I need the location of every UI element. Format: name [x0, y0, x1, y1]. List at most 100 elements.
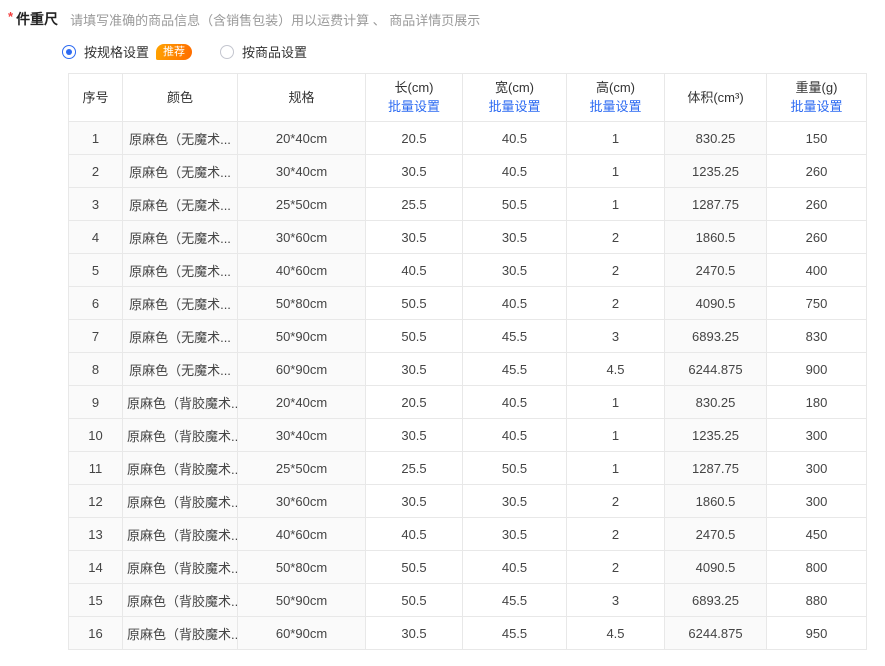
- batch-set-link-height[interactable]: 批量设置: [569, 98, 662, 116]
- radio-option-label: 按规格设置: [84, 45, 150, 60]
- cell-height[interactable]: 3: [566, 319, 665, 353]
- cell-weight[interactable]: 300: [766, 451, 867, 485]
- spec-table: 序号 颜色 规格 长(cm) 批量设置 宽(cm) 批量设置 高(cm) 批量设置 体积(cm³)…: [68, 73, 867, 650]
- cell-spec: 25*50cm: [237, 451, 366, 485]
- cell-height[interactable]: 1: [566, 121, 665, 155]
- cell-length[interactable]: 50.5: [365, 583, 463, 617]
- column-header-spec: 规格: [237, 73, 366, 122]
- cell-height[interactable]: 4.5: [566, 616, 665, 650]
- column-label: 宽(cm): [495, 80, 534, 95]
- cell-length[interactable]: 25.5: [365, 187, 463, 221]
- cell-width[interactable]: 40.5: [462, 385, 567, 419]
- cell-length[interactable]: 20.5: [365, 121, 463, 155]
- cell-color: 原麻色（无魔术...: [122, 352, 238, 386]
- cell-spec: 20*40cm: [237, 385, 366, 419]
- cell-height[interactable]: 2: [566, 220, 665, 254]
- cell-width[interactable]: 40.5: [462, 121, 567, 155]
- spec-table-header-row: 序号 颜色 规格 长(cm) 批量设置 宽(cm) 批量设置 高(cm) 批量设置 体积(cm³)…: [68, 73, 867, 122]
- cell-index: 14: [68, 550, 123, 584]
- required-asterisk: *: [8, 9, 14, 24]
- recommend-badge: 推荐: [156, 43, 193, 60]
- radio-selected-icon[interactable]: [62, 44, 76, 59]
- cell-index: 16: [68, 616, 123, 650]
- cell-width[interactable]: 40.5: [462, 154, 567, 188]
- batch-set-link-length[interactable]: 批量设置: [368, 98, 460, 116]
- table-row: 16 原麻色（背胶魔术... 60*90cm 30.5 45.5 4.5 6244.875 9…: [68, 616, 867, 650]
- cell-width[interactable]: 30.5: [462, 484, 567, 518]
- cell-length[interactable]: 40.5: [365, 517, 463, 551]
- cell-length[interactable]: 50.5: [365, 286, 463, 320]
- table-row: 15 原麻色（背胶魔术... 50*90cm 50.5 45.5 3 6893.25 880: [68, 583, 867, 617]
- cell-spec: 30*60cm: [237, 220, 366, 254]
- cell-width[interactable]: 30.5: [462, 517, 567, 551]
- cell-weight[interactable]: 450: [766, 517, 867, 551]
- cell-height[interactable]: 1: [566, 451, 665, 485]
- cell-length[interactable]: 30.5: [365, 220, 463, 254]
- cell-width[interactable]: 45.5: [462, 319, 567, 353]
- cell-length[interactable]: 30.5: [365, 352, 463, 386]
- batch-set-link-width[interactable]: 批量设置: [465, 98, 564, 116]
- cell-width[interactable]: 30.5: [462, 253, 567, 287]
- cell-weight[interactable]: 400: [766, 253, 867, 287]
- cell-height[interactable]: 2: [566, 253, 665, 287]
- radio-unselected-icon[interactable]: [220, 44, 235, 59]
- cell-width[interactable]: 40.5: [462, 418, 567, 452]
- cell-height[interactable]: 3: [566, 583, 665, 617]
- radio-option-by-spec[interactable]: 按规格设置 推荐: [62, 42, 193, 61]
- cell-height[interactable]: 2: [566, 550, 665, 584]
- cell-height[interactable]: 4.5: [566, 352, 665, 386]
- cell-length[interactable]: 30.5: [365, 484, 463, 518]
- cell-color: 原麻色（无魔术...: [122, 220, 238, 254]
- cell-width[interactable]: 30.5: [462, 220, 567, 254]
- table-row: 11 原麻色（背胶魔术... 25*50cm 25.5 50.5 1 1287.75 300: [68, 451, 867, 485]
- field-label: 件重尺: [16, 11, 59, 27]
- cell-height[interactable]: 2: [566, 484, 665, 518]
- cell-color: 原麻色（无魔术...: [122, 154, 238, 188]
- cell-height[interactable]: 2: [566, 286, 665, 320]
- cell-length[interactable]: 20.5: [365, 385, 463, 419]
- cell-weight[interactable]: 260: [766, 220, 867, 254]
- cell-weight[interactable]: 260: [766, 154, 867, 188]
- cell-length[interactable]: 40.5: [365, 253, 463, 287]
- batch-set-link-weight[interactable]: 批量设置: [769, 98, 864, 116]
- cell-length[interactable]: 50.5: [365, 319, 463, 353]
- table-row: 6 原麻色（无魔术... 50*80cm 50.5 40.5 2 4090.5 750: [68, 286, 867, 320]
- cell-length[interactable]: 25.5: [365, 451, 463, 485]
- cell-height[interactable]: 1: [566, 154, 665, 188]
- cell-width[interactable]: 50.5: [462, 187, 567, 221]
- cell-color: 原麻色（背胶魔术...: [122, 517, 238, 551]
- cell-weight[interactable]: 830: [766, 319, 867, 353]
- cell-weight[interactable]: 300: [766, 418, 867, 452]
- radio-option-by-product[interactable]: 按商品设置: [220, 42, 307, 61]
- cell-spec: 60*90cm: [237, 352, 366, 386]
- cell-weight[interactable]: 750: [766, 286, 867, 320]
- cell-weight[interactable]: 150: [766, 121, 867, 155]
- cell-length[interactable]: 30.5: [365, 418, 463, 452]
- cell-length[interactable]: 30.5: [365, 616, 463, 650]
- cell-height[interactable]: 1: [566, 385, 665, 419]
- cell-weight[interactable]: 300: [766, 484, 867, 518]
- cell-length[interactable]: 50.5: [365, 550, 463, 584]
- cell-weight[interactable]: 880: [766, 583, 867, 617]
- cell-index: 13: [68, 517, 123, 551]
- cell-weight[interactable]: 800: [766, 550, 867, 584]
- cell-width[interactable]: 40.5: [462, 550, 567, 584]
- cell-index: 1: [68, 121, 123, 155]
- cell-width[interactable]: 50.5: [462, 451, 567, 485]
- cell-weight[interactable]: 900: [766, 352, 867, 386]
- cell-width[interactable]: 45.5: [462, 616, 567, 650]
- cell-weight[interactable]: 180: [766, 385, 867, 419]
- cell-width[interactable]: 40.5: [462, 286, 567, 320]
- cell-height[interactable]: 1: [566, 187, 665, 221]
- cell-width[interactable]: 45.5: [462, 583, 567, 617]
- cell-volume: 830.25: [664, 121, 767, 155]
- cell-height[interactable]: 1: [566, 418, 665, 452]
- column-header-index: 序号: [68, 73, 123, 122]
- cell-height[interactable]: 2: [566, 517, 665, 551]
- cell-length[interactable]: 30.5: [365, 154, 463, 188]
- cell-weight[interactable]: 260: [766, 187, 867, 221]
- cell-weight[interactable]: 950: [766, 616, 867, 650]
- cell-volume: 4090.5: [664, 550, 767, 584]
- cell-width[interactable]: 45.5: [462, 352, 567, 386]
- cell-color: 原麻色（背胶魔术...: [122, 583, 238, 617]
